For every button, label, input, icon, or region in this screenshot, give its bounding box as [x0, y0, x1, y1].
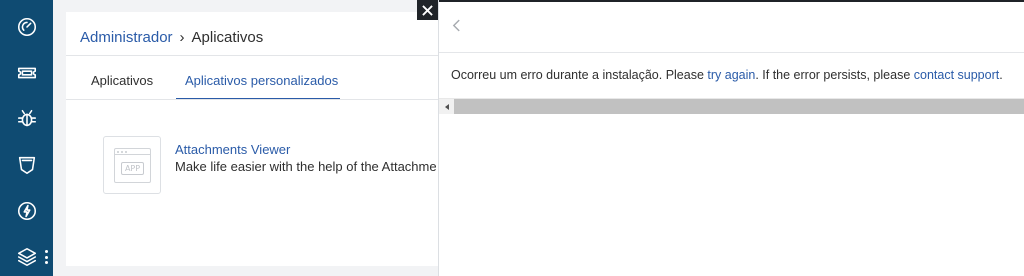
panel-top-border: [439, 0, 1024, 2]
more-options-icon[interactable]: [44, 250, 48, 264]
error-text: . If the error persists, please: [755, 68, 914, 82]
bug-icon[interactable]: [14, 106, 40, 132]
app-root: Administrador › Aplicativos Aplicativos …: [0, 0, 1024, 276]
error-text: .: [999, 68, 1003, 82]
app-title-link[interactable]: Attachments Viewer: [175, 142, 290, 157]
divider: [66, 99, 446, 100]
app-thumbnail[interactable]: APP: [103, 136, 161, 194]
breadcrumb-current: Aplicativos: [191, 28, 264, 46]
tab-apps[interactable]: Aplicativos: [91, 73, 153, 88]
breadcrumb-separator: ›: [179, 28, 185, 46]
horizontal-scrollbar[interactable]: [439, 98, 1024, 114]
lightning-icon[interactable]: [14, 198, 40, 224]
admin-apps-card: Administrador › Aplicativos Aplicativos …: [66, 12, 446, 266]
shield-icon[interactable]: [14, 152, 40, 178]
app-window-icon: APP: [114, 148, 151, 183]
close-icon: [422, 4, 433, 16]
back-button[interactable]: [448, 15, 464, 35]
ticket-icon[interactable]: [14, 60, 40, 86]
layers-icon[interactable]: [14, 244, 40, 270]
left-navigation: [0, 0, 53, 276]
breadcrumb-admin-link[interactable]: Administrador: [80, 29, 173, 46]
install-panel: Ocorreu um erro durante a instalação. Pl…: [438, 0, 1024, 276]
app-description: Make life easier with the help of the At…: [175, 159, 437, 174]
dashboard-gauge-icon[interactable]: [14, 14, 40, 40]
error-message: Ocorreu um erro durante a instalação. Pl…: [451, 68, 1003, 82]
scroll-left-arrow-icon[interactable]: [439, 99, 454, 114]
breadcrumb: Administrador › Aplicativos: [80, 27, 263, 47]
contact-support-link[interactable]: contact support: [914, 68, 999, 82]
try-again-link[interactable]: try again: [707, 68, 755, 82]
scrollbar-thumb[interactable]: [454, 99, 1024, 114]
close-panel-button[interactable]: [417, 0, 438, 20]
app-thumb-label: APP: [121, 162, 144, 175]
chevron-left-icon: [452, 19, 460, 31]
divider: [439, 52, 1024, 53]
tab-custom-apps[interactable]: Aplicativos personalizados: [185, 73, 338, 88]
tab-bar: Aplicativos Aplicativos personalizados: [66, 56, 446, 100]
error-text: Ocorreu um erro durante a instalação. Pl…: [451, 68, 708, 82]
